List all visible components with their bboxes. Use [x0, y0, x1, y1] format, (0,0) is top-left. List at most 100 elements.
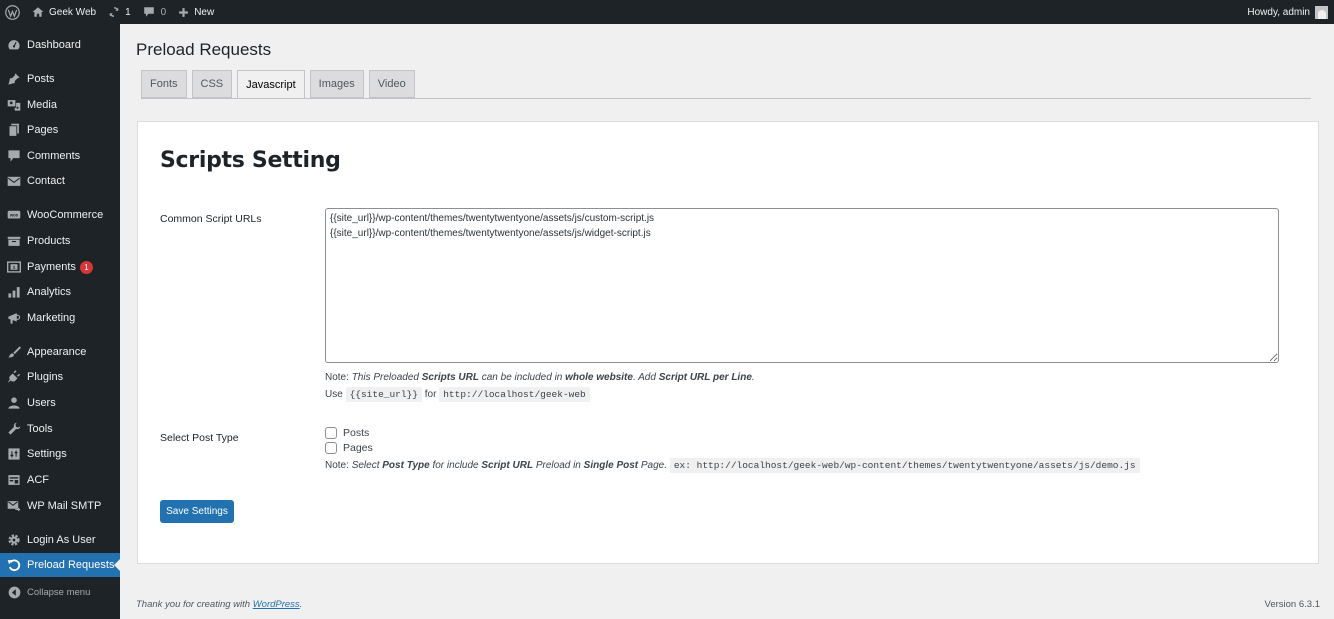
pin-icon — [7, 72, 21, 86]
sidebar-item-label: Tools — [27, 423, 53, 435]
sidebar-item-dashboard[interactable]: Dashboard — [0, 33, 120, 57]
pages-checkbox-label: Pages — [343, 442, 373, 454]
sidebar-item-wp-mail-smtp[interactable]: WP Mail SMTP — [0, 494, 120, 518]
example-url-code: ex: http://localhost/geek-web/wp-content… — [669, 458, 1140, 473]
post-type-pages-option[interactable]: Pages — [325, 442, 373, 454]
sidebar-item-preload-requests[interactable]: Preload Requests — [0, 553, 120, 577]
bar-chart-icon — [7, 285, 21, 299]
sidebar-item-appearance[interactable]: Appearance — [0, 340, 120, 364]
tab-images[interactable]: Images — [309, 70, 364, 98]
sidebar-item-contact[interactable]: Contact — [0, 169, 120, 193]
media-icon — [7, 98, 21, 112]
brush-icon — [7, 345, 21, 359]
script-urls-label: Common Script URLs — [160, 213, 262, 225]
sidebar-item-marketing[interactable]: Marketing — [0, 306, 120, 330]
site-url-hint: Use {{site_url}} for http://localhost/ge… — [325, 387, 590, 402]
sidebar-item-media[interactable]: Media — [0, 93, 120, 117]
sidebar-item-tools[interactable]: Tools — [0, 417, 120, 441]
plus-icon — [179, 7, 189, 17]
sidebar-item-label: Preload Requests — [27, 559, 115, 571]
tab-video[interactable]: Video — [368, 70, 415, 98]
tab-javascript[interactable]: Javascript — [237, 70, 305, 99]
script-urls-note: Note: This Preloaded Scripts URL can be … — [325, 372, 755, 383]
sidebar-item-comments[interactable]: Comments — [0, 144, 120, 168]
comment-icon — [7, 149, 21, 163]
sidebar-item-login-as-user[interactable]: Login As User — [0, 528, 120, 552]
new-content-link[interactable]: New — [172, 0, 220, 24]
tab-fonts[interactable]: Fonts — [141, 70, 187, 98]
pages-checkbox[interactable] — [325, 442, 337, 454]
sidebar-item-label: Login As User — [27, 534, 96, 546]
plug-icon — [7, 370, 21, 384]
refresh-icon — [7, 558, 21, 572]
tab-divider — [141, 98, 1311, 99]
site-url-placeholder-code: {{site_url}} — [345, 387, 422, 402]
svg-text:woo: woo — [9, 212, 19, 217]
wp-logo-menu[interactable] — [0, 0, 26, 24]
site-name: Geek Web — [49, 6, 97, 18]
comment-icon — [143, 7, 154, 17]
howdy-text: Howdy, admin — [1247, 6, 1310, 18]
sidebar-item-payments[interactable]: $ Payments 1 — [0, 255, 120, 279]
sidebar-item-label: Marketing — [27, 312, 76, 324]
updates-link[interactable]: 1 — [102, 0, 137, 24]
footer-thanks: Thank you for creating with WordPress. — [136, 599, 303, 610]
pages-icon — [7, 123, 21, 137]
save-settings-button[interactable]: Save Settings — [160, 500, 234, 523]
sidebar-item-label: Plugins — [27, 371, 64, 383]
comments-count: 0 — [160, 6, 167, 18]
sliders-icon — [7, 447, 21, 461]
post-type-posts-option[interactable]: Posts — [325, 427, 369, 439]
site-name-link[interactable]: Geek Web — [26, 0, 102, 24]
megaphone-icon — [7, 311, 21, 325]
updates-icon — [109, 7, 119, 17]
post-type-note: Note: Select Post Type for include Scrip… — [325, 458, 1140, 473]
sidebar-item-woocommerce[interactable]: woo WooCommerce — [0, 203, 120, 227]
sidebar-item-label: Pages — [27, 124, 59, 136]
tab-css[interactable]: CSS — [191, 70, 233, 98]
payments-badge: 1 — [79, 260, 93, 274]
sidebar-item-acf[interactable]: ACF — [0, 468, 120, 492]
sidebar-item-plugins[interactable]: Plugins — [0, 365, 120, 389]
sidebar-item-label: WooCommerce — [27, 209, 104, 221]
sidebar-item-label: Products — [27, 235, 71, 247]
site-url-value-code: http://localhost/geek-web — [439, 387, 590, 402]
section-heading: Scripts Setting — [160, 148, 341, 173]
sidebar-item-pages[interactable]: Pages — [0, 118, 120, 142]
wordpress-link[interactable]: WordPress — [253, 599, 300, 610]
footer-version: Version 6.3.1 — [1264, 599, 1320, 610]
sidebar-item-settings[interactable]: Settings — [0, 442, 120, 466]
sidebar-item-label: Analytics — [27, 286, 72, 298]
money-icon: $ — [7, 260, 21, 274]
updates-count: 1 — [125, 6, 131, 18]
posts-checkbox[interactable] — [325, 427, 337, 439]
admin-bar: Geek Web 1 0 New Howdy, admin — [0, 0, 1334, 24]
new-label: New — [194, 6, 215, 18]
collapse-menu-label: Collapse menu — [27, 586, 91, 598]
wrench-icon — [7, 422, 21, 436]
wordpress-logo-icon — [5, 4, 20, 20]
sidebar-item-label: Media — [27, 99, 57, 111]
mail-forward-icon — [7, 499, 21, 513]
sidebar-item-label: ACF — [27, 474, 49, 486]
sidebar-item-label: Comments — [27, 150, 81, 162]
sidebar-item-label: Users — [27, 397, 56, 409]
comments-link[interactable]: 0 — [137, 0, 173, 24]
sidebar-item-products[interactable]: Products — [0, 229, 120, 253]
sidebar-item-label: Posts — [27, 73, 55, 85]
sidebar-item-label: WP Mail SMTP — [27, 500, 102, 512]
sidebar-item-posts[interactable]: Posts — [0, 67, 120, 91]
collapse-arrow-icon — [7, 585, 21, 599]
sidebar-item-analytics[interactable]: Analytics — [0, 280, 120, 304]
gear-icon — [7, 533, 21, 547]
page-title: Preload Requests — [136, 40, 272, 59]
collapse-menu-button[interactable]: Collapse menu — [0, 580, 120, 604]
user-icon — [7, 396, 21, 410]
admin-sidebar: Dashboard Posts Media Pages Comments Con… — [0, 24, 120, 619]
main-content: Preload Requests Fonts CSS Javascript Im… — [120, 24, 1334, 619]
script-urls-textarea[interactable]: {{site_url}}/wp-content/themes/twentytwe… — [325, 208, 1279, 363]
table-icon — [7, 473, 21, 487]
posts-checkbox-label: Posts — [343, 427, 370, 439]
sidebar-item-users[interactable]: Users — [0, 391, 120, 415]
my-account-menu[interactable]: Howdy, admin — [1247, 0, 1328, 24]
